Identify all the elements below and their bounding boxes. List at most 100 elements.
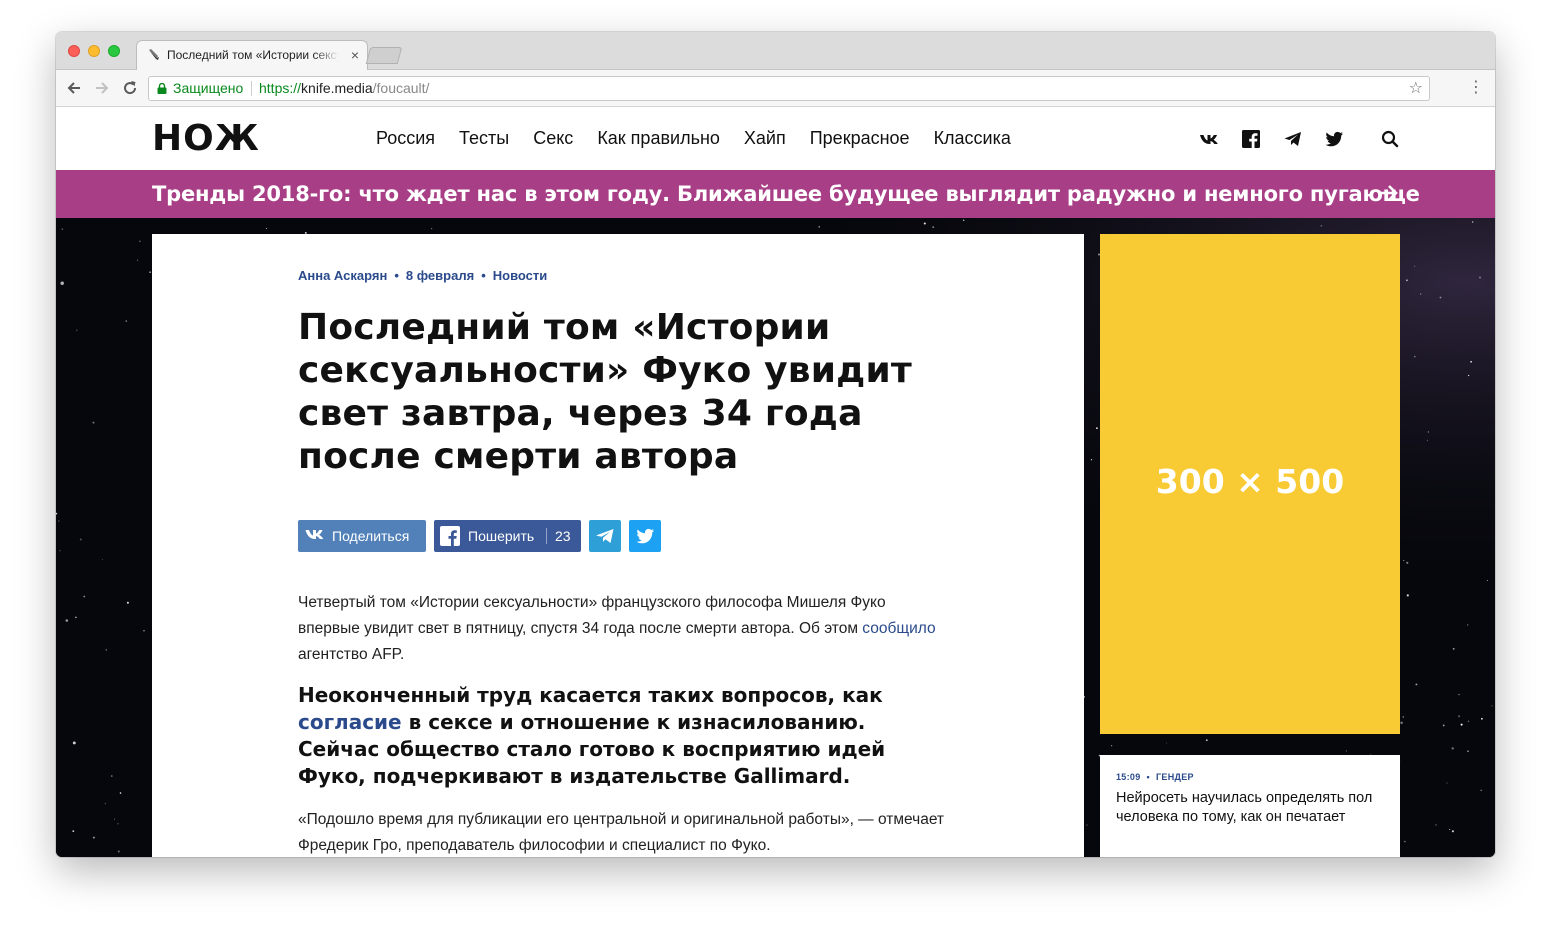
article-lead: Четвертый том «Истории сексуальности» фр… <box>298 590 948 668</box>
article-paragraph: «Подошло время для публикации его центра… <box>298 811 945 854</box>
star-dot <box>114 818 115 820</box>
tab-bar: Последний том «Истории сексуальности» Фу… <box>56 32 1495 71</box>
nav-item-sex[interactable]: Секс <box>533 128 573 149</box>
url-scheme: https:// <box>259 80 302 96</box>
back-button[interactable] <box>64 78 84 98</box>
star-dot <box>83 595 86 598</box>
ad-size-label: 300 × 500 <box>1155 462 1345 501</box>
secure-label: Защищено <box>173 80 244 96</box>
article-card: Анна Аскарян • 8 февраля • Новости Последний… <box>152 234 1084 857</box>
zoom-window-button[interactable] <box>108 45 120 57</box>
article-meta: Анна Аскарян • 8 февраля • Новости <box>298 268 548 283</box>
star-dot <box>119 792 122 794</box>
star-dot <box>79 538 82 541</box>
browser-tab-active[interactable]: Последний том «Истории сексуальности» Фу… <box>136 40 368 71</box>
minimize-window-button[interactable] <box>88 45 100 57</box>
url-path: /foucault/ <box>372 80 430 96</box>
star-dot <box>1111 745 1113 747</box>
sidebar-news-card[interactable]: 15:09 • ГЕНДЕР Нейросеть научилась определ… <box>1100 755 1400 857</box>
telegram-icon[interactable] <box>1283 129 1303 149</box>
star-dot <box>1403 560 1405 562</box>
telegram-share-button[interactable] <box>589 520 621 552</box>
vk-icon[interactable] <box>1199 129 1219 149</box>
star-dot <box>72 741 76 745</box>
vk-share-button[interactable]: Поделиться <box>298 520 426 552</box>
main-nav: Россия Тесты Секс Как правильно Хайп Пре… <box>376 128 1035 149</box>
tab-close-icon[interactable]: × <box>351 47 359 63</box>
star-dot <box>1467 720 1470 723</box>
star-dot <box>111 775 113 777</box>
nav-item-russia[interactable]: Россия <box>376 128 435 149</box>
article-title: Последний том «Истории сексуальности» Фу… <box>298 307 912 477</box>
star-dot <box>1414 355 1416 358</box>
article-author[interactable]: Анна Аскарян <box>298 268 387 283</box>
news-title[interactable]: Нейросеть научилась определять пол челов… <box>1116 789 1386 827</box>
lead-source-link[interactable]: сообщило <box>862 620 935 637</box>
star-dot <box>1404 840 1406 843</box>
arrow-right-icon <box>1379 185 1398 201</box>
article-date: 8 февраля <box>405 268 475 283</box>
star-dot <box>1471 221 1474 223</box>
star-dot <box>1090 459 1093 461</box>
knife-favicon-icon <box>149 49 159 60</box>
star-dot <box>1481 717 1483 720</box>
nav-item-howto[interactable]: Как правильно <box>597 128 720 149</box>
promo-banner[interactable]: Тренды 2018-го: что ждет нас в этом году… <box>56 170 1495 218</box>
star-dot <box>1406 279 1408 282</box>
star-dot <box>1478 276 1482 279</box>
article-category[interactable]: Новости <box>493 268 548 283</box>
star-dot <box>59 550 61 552</box>
facebook-icon[interactable] <box>1241 129 1261 149</box>
star-dot <box>1427 431 1429 433</box>
twitter-icon[interactable] <box>1324 129 1344 149</box>
address-bar[interactable]: Защищено https://knife.media/foucault/ ☆ <box>148 76 1430 101</box>
forward-button[interactable] <box>92 78 112 98</box>
url-host: knife.media <box>301 80 373 96</box>
twitter-share-button[interactable] <box>629 520 661 552</box>
ad-placeholder[interactable]: 300 × 500 <box>1100 234 1400 734</box>
browser-menu-icon[interactable]: ⋮ <box>1468 78 1484 98</box>
facebook-share-button[interactable]: Пошерить 23 <box>434 520 581 552</box>
star-dot <box>58 520 60 522</box>
reload-button[interactable] <box>120 78 140 98</box>
site-header: НОЖ Россия Тесты Секс Как правильно Хайп… <box>56 107 1495 170</box>
star-dot <box>1414 265 1416 267</box>
star-dot <box>1205 739 1208 742</box>
star-dot <box>1487 579 1489 581</box>
bookmark-star-icon[interactable]: ☆ <box>1409 77 1423 100</box>
star-dot <box>117 823 119 825</box>
star-dot <box>92 836 95 839</box>
article-highlight: Неоконченный труд касается таких вопросо… <box>298 682 948 790</box>
star-dot <box>1451 747 1454 750</box>
star-dot <box>1467 750 1469 752</box>
new-tab-button[interactable] <box>365 47 403 64</box>
star-dot <box>76 329 78 331</box>
star-dot <box>1439 296 1442 299</box>
close-window-button[interactable] <box>68 45 80 57</box>
site-logo[interactable]: НОЖ <box>152 118 260 159</box>
star-dot <box>1451 830 1454 833</box>
star-dot <box>1086 824 1088 826</box>
star-dot <box>125 320 128 322</box>
news-time: 15:09 <box>1116 772 1141 782</box>
nav-item-hype[interactable]: Хайп <box>744 128 786 149</box>
star-dot <box>92 421 95 424</box>
nav-item-tests[interactable]: Тесты <box>459 128 509 149</box>
forward-icon <box>96 82 109 94</box>
nav-item-beautiful[interactable]: Прекрасное <box>810 128 910 149</box>
search-icon[interactable] <box>1380 129 1400 149</box>
vk-share-label: Поделиться <box>332 528 410 544</box>
highlight-consent-link[interactable]: согласие <box>298 710 402 734</box>
telegram-icon <box>596 529 614 543</box>
news-tag[interactable]: ГЕНДЕР <box>1156 772 1194 782</box>
star-dot <box>1458 715 1461 718</box>
star-dot <box>1449 828 1451 831</box>
star-dot <box>60 281 64 286</box>
facebook-share-divider <box>546 528 547 544</box>
star-dot <box>1406 561 1409 564</box>
star-dot <box>1406 594 1409 597</box>
url-text: https://knife.media/foucault/ <box>259 77 429 100</box>
nav-item-classics[interactable]: Классика <box>934 128 1011 149</box>
star-dot <box>1467 374 1470 377</box>
star-dot <box>1442 724 1445 727</box>
